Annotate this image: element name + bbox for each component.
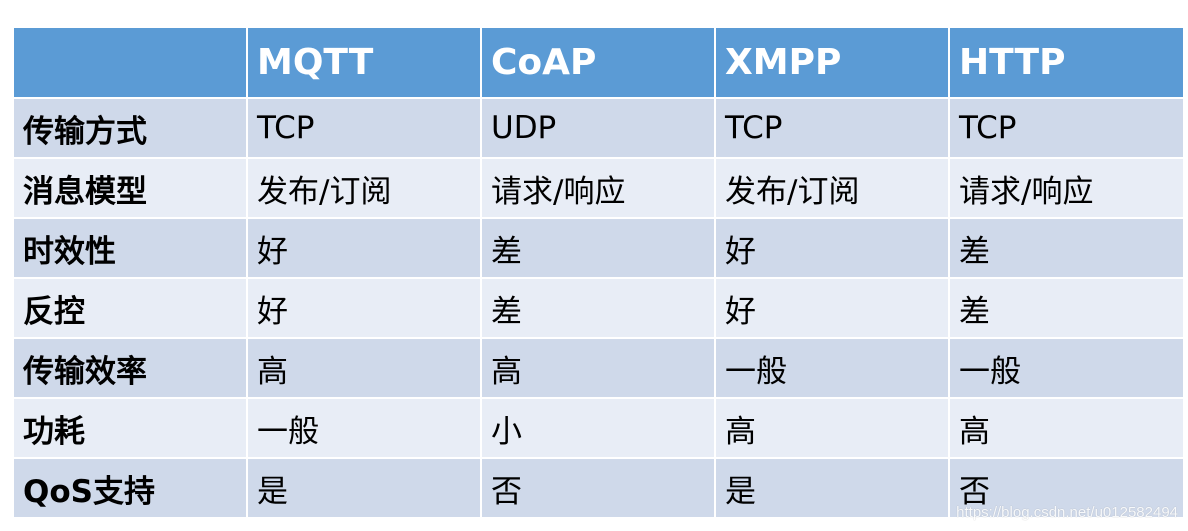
table-header: MQTT CoAP XMPP HTTP — [12, 26, 1185, 99]
table-cell: 高 — [714, 397, 950, 459]
table-cell: 差 — [480, 217, 716, 279]
header-row: MQTT CoAP XMPP HTTP — [12, 26, 1185, 99]
table-cell: 高 — [246, 337, 482, 399]
table-cell: 一般 — [246, 397, 482, 459]
header-cell-coap: CoAP — [480, 26, 716, 99]
table-cell: 高 — [480, 337, 716, 399]
row-label: 时效性 — [12, 217, 248, 279]
header-corner-cell — [12, 26, 248, 99]
table-cell: 高 — [948, 397, 1185, 459]
row-label: 传输方式 — [12, 97, 248, 159]
comparison-table-container: MQTT CoAP XMPP HTTP 传输方式 TCP UDP TCP TCP… — [12, 26, 1185, 519]
row-label: 消息模型 — [12, 157, 248, 219]
header-cell-mqtt: MQTT — [246, 26, 482, 99]
table-cell: 好 — [714, 277, 950, 339]
header-cell-http: HTTP — [948, 26, 1185, 99]
table-cell: 好 — [714, 217, 950, 279]
table-cell: 差 — [948, 217, 1185, 279]
row-label: QoS支持 — [12, 457, 248, 519]
table-cell: UDP — [480, 97, 716, 159]
table-cell: 否 — [480, 457, 716, 519]
row-label: 传输效率 — [12, 337, 248, 399]
table-cell: 发布/订阅 — [246, 157, 482, 219]
table-cell: 请求/响应 — [480, 157, 716, 219]
table-row: 反控 好 差 好 差 — [12, 277, 1185, 339]
table-row: 功耗 一般 小 高 高 — [12, 397, 1185, 459]
table-cell: 好 — [246, 217, 482, 279]
table-cell: 差 — [480, 277, 716, 339]
table-cell: TCP — [714, 97, 950, 159]
table-cell: 差 — [948, 277, 1185, 339]
table-cell: 是 — [246, 457, 482, 519]
table-row: 传输方式 TCP UDP TCP TCP — [12, 97, 1185, 159]
protocol-comparison-table: MQTT CoAP XMPP HTTP 传输方式 TCP UDP TCP TCP… — [12, 26, 1185, 519]
header-cell-xmpp: XMPP — [714, 26, 950, 99]
table-row: 消息模型 发布/订阅 请求/响应 发布/订阅 请求/响应 — [12, 157, 1185, 219]
table-cell: 是 — [714, 457, 950, 519]
table-cell: 发布/订阅 — [714, 157, 950, 219]
row-label: 功耗 — [12, 397, 248, 459]
table-cell: TCP — [948, 97, 1185, 159]
table-row: 时效性 好 差 好 差 — [12, 217, 1185, 279]
table-row: 传输效率 高 高 一般 一般 — [12, 337, 1185, 399]
table-body: 传输方式 TCP UDP TCP TCP 消息模型 发布/订阅 请求/响应 发布… — [12, 97, 1185, 519]
table-cell: 请求/响应 — [948, 157, 1185, 219]
table-cell: 一般 — [948, 337, 1185, 399]
table-cell: 好 — [246, 277, 482, 339]
table-cell: TCP — [246, 97, 482, 159]
source-watermark: https://blog.csdn.net/u012582494 — [956, 504, 1178, 521]
row-label: 反控 — [12, 277, 248, 339]
table-cell: 小 — [480, 397, 716, 459]
table-cell: 一般 — [714, 337, 950, 399]
